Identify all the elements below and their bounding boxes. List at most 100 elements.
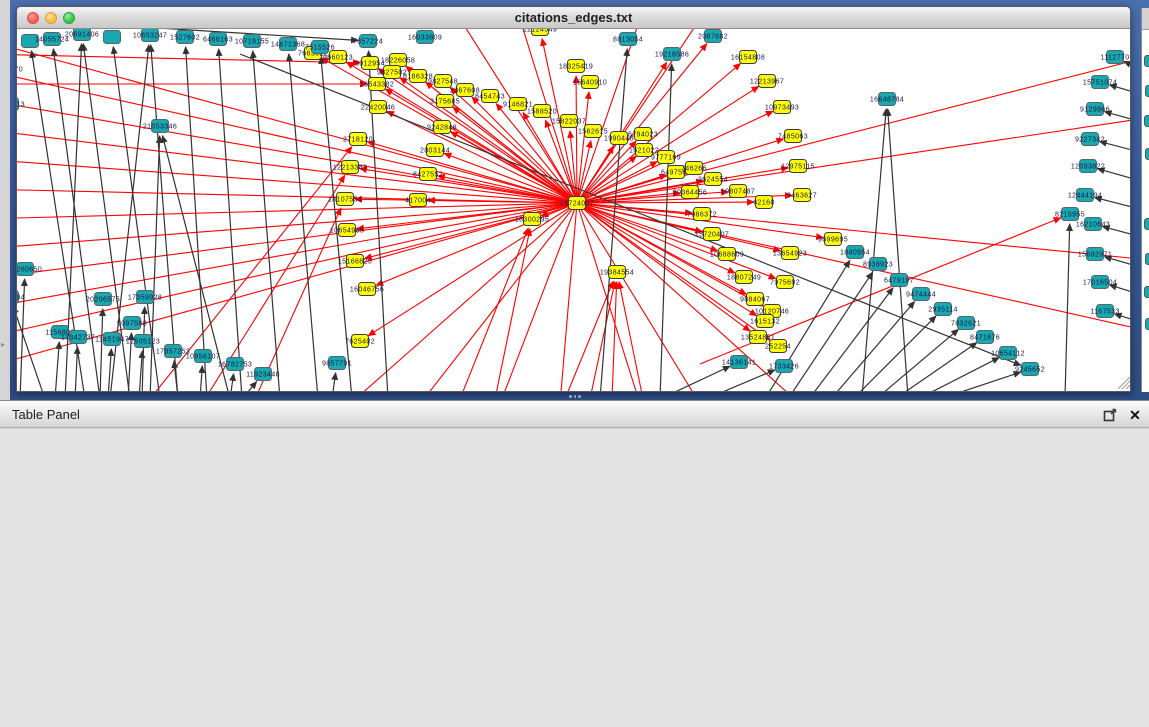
window-resize-grip[interactable] (1122, 381, 1130, 389)
graph-node[interactable]: 16210643 (1076, 218, 1110, 231)
graph-node[interactable]: 1167533 (1090, 305, 1120, 318)
citation-edge-black[interactable] (108, 349, 111, 391)
citation-edge-black[interactable] (1065, 224, 1070, 391)
graph-node[interactable]: 12213967 (750, 75, 784, 88)
citation-edge-red[interactable] (612, 282, 617, 391)
citation-edge-black[interactable] (55, 342, 59, 391)
graph-node[interactable]: 9129966 (1080, 103, 1110, 116)
graph-node[interactable]: 9884067 (740, 293, 770, 306)
graph-node[interactable]: 12975115 (781, 160, 815, 173)
graph-node[interactable]: 16154808 (731, 51, 765, 64)
graph-node[interactable]: 15751074 (1083, 76, 1117, 89)
sidebar-collapse-arrow-icon[interactable]: ▸ (1, 340, 5, 349)
graph-node[interactable]: 11451947 (95, 333, 129, 346)
citation-edge-black[interactable] (230, 374, 234, 391)
graph-node[interactable]: 1840954 (840, 246, 870, 259)
graph-node[interactable]: 21053346 (143, 120, 177, 133)
graph-node[interactable]: 20691406 (65, 29, 99, 41)
window-titlebar[interactable]: citations_edges.txt (17, 7, 1130, 29)
graph-node[interactable]: 12213383 (333, 161, 367, 174)
citation-edge-black[interactable] (200, 366, 202, 391)
graph-node[interactable]: 22420046 (361, 101, 395, 114)
graph-node[interactable]: 11923448 (246, 368, 280, 381)
citation-edge-red[interactable] (576, 76, 577, 203)
graph-node[interactable]: 1527602 (170, 31, 200, 44)
graph-node[interactable]: 17016504 (1083, 276, 1117, 289)
graph-node[interactable]: 14136141 (722, 356, 756, 369)
citation-edge-black[interactable] (253, 51, 280, 391)
graph-node[interactable]: 2935114 (928, 303, 958, 316)
graph-node[interactable]: 12093822 (1071, 160, 1105, 173)
citation-edge-black[interactable] (100, 309, 103, 391)
citation-edge-black[interactable] (332, 373, 336, 391)
citation-edge-red[interactable] (560, 203, 577, 391)
graph-node[interactable]: 2087682 (698, 30, 728, 43)
citation-edge-black[interactable] (75, 347, 78, 391)
graph-node[interactable]: 15692971 (1078, 248, 1112, 261)
citation-edge-red[interactable] (17, 203, 577, 339)
graph-node[interactable]: 17359928 (128, 291, 162, 304)
citation-edge-black[interactable] (888, 109, 908, 391)
citation-edge-red[interactable] (460, 29, 577, 203)
graph-node[interactable]: 6479197 (884, 274, 914, 287)
graph-node[interactable]: 9699695 (818, 233, 848, 246)
citation-edge-red[interactable] (17, 189, 577, 203)
graph-node[interactable]: 10973493 (765, 101, 799, 114)
citation-edge-black[interactable] (289, 54, 318, 391)
graph-node[interactable]: 19384554 (600, 266, 634, 279)
graph-node[interactable]: 62160 (753, 196, 774, 209)
graph-node[interactable]: 417004 (405, 194, 431, 207)
graph-node[interactable]: 16640910 (573, 76, 607, 89)
close-panel-icon[interactable]: ✕ (1127, 406, 1143, 424)
graph-node[interactable]: 18226058 (381, 54, 415, 67)
graph-node[interactable]: 16033809 (408, 31, 442, 44)
float-panel-icon[interactable] (1103, 408, 1117, 422)
graph-node[interactable]: 10654112 (991, 347, 1025, 360)
citation-edge-red[interactable] (350, 203, 577, 391)
citation-edge-black[interactable] (660, 366, 730, 391)
graph-node[interactable]: 9463627 (787, 189, 817, 202)
graph-node[interactable]: 10719155 (235, 35, 269, 48)
background-window[interactable] (1141, 8, 1149, 392)
citation-edge-red[interactable] (500, 203, 577, 391)
graph-node[interactable]: 14671368 (271, 38, 305, 51)
graph-node[interactable]: 2803144 (420, 144, 450, 157)
graph-node[interactable]: 12124549 (523, 29, 557, 36)
graph-node[interactable]: 9474444 (906, 288, 936, 301)
graph-node[interactable]: 9242848 (427, 121, 457, 134)
graph-node[interactable]: 19218586 (655, 48, 689, 61)
citation-edge-black[interactable] (660, 64, 672, 391)
graph-node[interactable]: 7832621 (951, 317, 981, 330)
graph-node[interactable]: 7625402 (345, 335, 375, 348)
graph-node[interactable]: 10807487 (721, 185, 755, 198)
citation-edge-red[interactable] (420, 203, 577, 391)
graph-node[interactable]: 8813054 (613, 33, 643, 46)
citation-edge-red[interactable] (495, 229, 530, 391)
graph-node[interactable]: 10654985 (330, 224, 364, 237)
graph-node[interactable]: 15822037 (552, 115, 586, 128)
graph-node[interactable]: 6466163 (203, 33, 233, 46)
citation-edge-red[interactable] (17, 203, 577, 219)
graph-node[interactable]: 12444194 (1068, 189, 1102, 202)
graph-node[interactable]: 16648784 (870, 93, 904, 106)
graph-node[interactable]: 3624554 (698, 173, 728, 186)
network-graph-canvas[interactable]: 1872400776638229660123891295418226058982… (17, 29, 1130, 391)
graph-node[interactable]: 18325419 (559, 60, 593, 73)
graph-node[interactable]: 25260650 (17, 263, 42, 276)
citation-edge-red[interactable] (577, 59, 1130, 203)
citation-edge-red[interactable] (577, 44, 707, 203)
graph-node[interactable]: 2053170 (17, 63, 23, 76)
citation-edge-black[interactable] (219, 49, 242, 391)
graph-node[interactable]: 15720407 (695, 228, 729, 241)
citation-edge-red[interactable] (565, 281, 613, 391)
graph-node[interactable] (104, 31, 121, 44)
graph-node[interactable]: 1581913 (17, 98, 25, 111)
graph-node[interactable]: 10958107 (186, 350, 220, 363)
citation-edge-red[interactable] (17, 203, 577, 369)
graph-node[interactable]: 7485063 (778, 130, 808, 143)
graph-node[interactable]: 9227342 (1075, 133, 1105, 146)
graph-node[interactable]: 8471676 (970, 331, 1000, 344)
graph-node[interactable]: 16782753 (218, 358, 252, 371)
citation-edge-black[interactable] (242, 382, 257, 391)
graph-node[interactable]: 7857224 (353, 35, 383, 48)
